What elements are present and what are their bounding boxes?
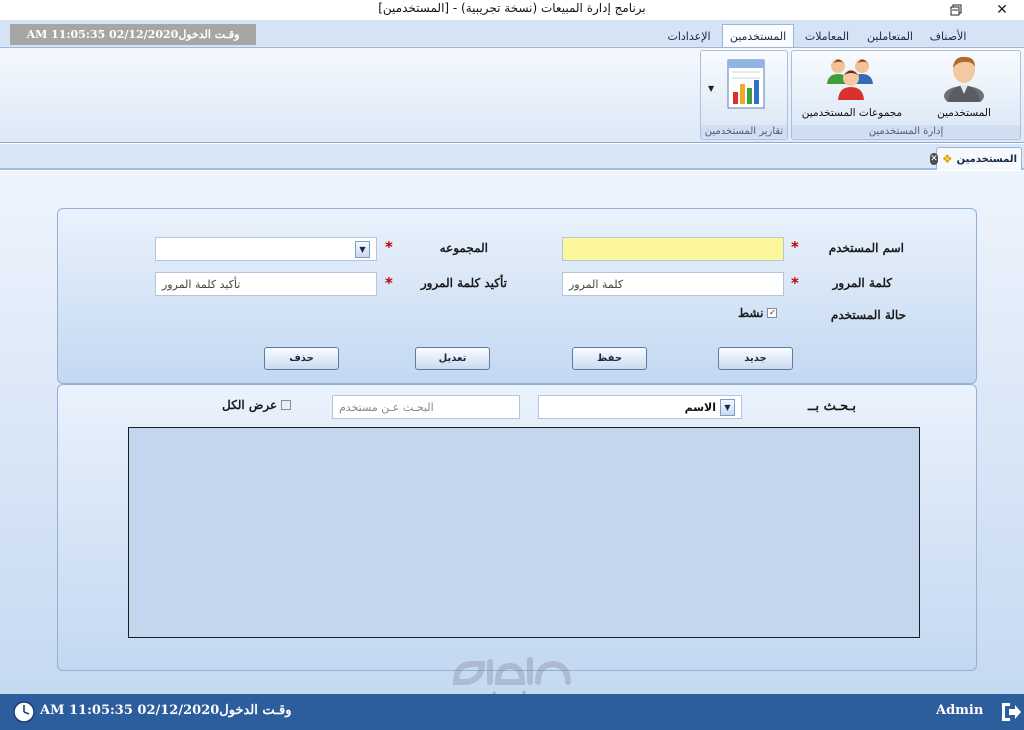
group-caption: إدارة المستخدمين [792,125,1020,138]
document-tab-users[interactable]: ✕ ❖ المستخدمين [930,147,1022,170]
close-icon[interactable]: ✕ [987,0,1017,20]
users-grid[interactable] [128,427,920,638]
active-checkbox-box[interactable]: ✓ [767,308,778,318]
user-status-label: حالة المستخدم [830,308,906,322]
password-input[interactable]: كلمة المرور [562,272,784,296]
required-mark: * [385,238,393,256]
tab-users[interactable]: المستخدمين [722,24,794,47]
watermark-logo-icon [452,657,571,685]
clock-icon [13,701,35,723]
show-all-checkbox-box[interactable] [281,400,292,410]
statusbar-login-time: وقـت الدخول02/12/2020 11:05:35 AM [40,703,292,718]
search-by-label: بـحـث بــ [807,399,856,414]
tab-dealers[interactable]: المتعاملين [858,26,922,47]
users-report-button[interactable]: ▼ [704,56,774,116]
user-groups-button-label: مجموعات المستخدمين [801,107,903,119]
user-form-panel [57,208,977,384]
active-checkbox[interactable]: ✓ نشط [738,306,778,320]
save-button[interactable]: حفظ [572,347,647,370]
window-title: برنامج إدارة المبيعات (نسخة تجريبية) - [… [378,1,646,15]
users-button-label: المستخدمين [937,107,991,119]
report-chart-icon [727,59,765,109]
show-all-checkbox[interactable]: عرض الكل [222,398,292,412]
tab-settings[interactable]: الإعدادات [660,26,718,47]
users-button[interactable]: المستخدمين [930,52,998,122]
document-tab-strip [0,144,1024,170]
required-mark: * [385,274,393,292]
required-mark: * [791,274,799,292]
search-field-select[interactable]: ▼ الاسم [538,395,742,419]
group-caption: تقارير المستخدمين [701,125,787,138]
user-icon [944,56,984,102]
document-tab-label: المستخدمين [956,153,1017,165]
login-time-badge: وقـت الدخول02/12/2020 11:05:35 AM [10,24,256,45]
required-mark: * [791,238,799,256]
show-all-label: عرض الكل [222,398,278,412]
edit-button[interactable]: تعديل [415,347,490,370]
password-label: كلمة المرور [832,276,892,290]
tab-items[interactable]: الأصناف [922,26,974,47]
user-groups-button[interactable]: مجموعات المستخدمين [800,52,904,122]
group-label: المجموعه [439,241,488,255]
user-groups-icon [827,59,873,100]
new-button[interactable]: جديد [718,347,793,370]
current-user-name: Admin [936,703,984,718]
confirm-password-label: تأكيد كلمة المرور [420,276,507,290]
pin-icon: ❖ [941,152,953,166]
search-input[interactable]: البحـث عـن مستخدم [332,395,520,419]
group-select[interactable]: ▼ [155,237,377,261]
username-input[interactable] [562,237,784,261]
dropdown-arrow-icon[interactable]: ▼ [355,240,370,258]
dropdown-arrow-icon: ▼ [708,84,715,93]
delete-button[interactable]: حذف [264,347,339,370]
search-field-value: الاسم [684,400,716,414]
username-label: اسم المستخدم [828,241,904,255]
close-tab-icon[interactable]: ✕ [930,153,938,165]
restore-icon[interactable] [941,0,971,20]
active-checkbox-label: نشط [738,306,764,320]
confirm-password-input[interactable]: تأكيد كلمة المرور [155,272,377,296]
dropdown-arrow-icon[interactable]: ▼ [720,398,735,416]
logout-icon[interactable] [998,700,1022,724]
tab-transactions[interactable]: المعاملات [798,26,856,47]
